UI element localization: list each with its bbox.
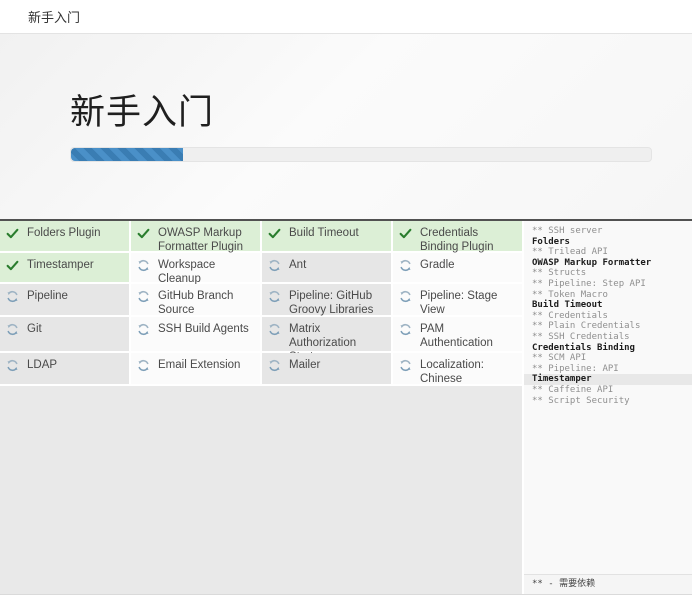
topbar: 新手入门 <box>0 0 692 34</box>
log-line: ** SSH Credentials <box>532 331 630 342</box>
plugin-cell: Credentials Binding Plugin <box>393 221 522 253</box>
plugin-label: Pipeline <box>27 290 68 302</box>
plugin-label: Credentials Binding Plugin <box>420 227 494 253</box>
install-log-lines: ** SSH server Folders ** Trilead API OWASP … <box>524 221 692 406</box>
refresh-icon <box>138 323 149 336</box>
plugin-cell: Pipeline: Stage View <box>393 284 522 316</box>
plugin-cell: GitHub Branch Source <box>131 284 260 316</box>
refresh-icon <box>138 259 149 272</box>
log-line: ** SCM API <box>532 353 587 364</box>
log-line: ** Pipeline: API <box>532 363 619 374</box>
refresh-icon <box>269 290 280 303</box>
refresh-icon <box>269 259 280 272</box>
log-footer-legend: ** - 需要依赖 <box>524 574 692 594</box>
install-log-panel: ** SSH server Folders ** Trilead API OWASP … <box>522 221 692 594</box>
plugin-cell: Ant <box>262 253 391 282</box>
refresh-icon <box>7 290 18 303</box>
log-line: ** Trilead API <box>532 247 608 258</box>
plugin-label: Gradle <box>420 259 455 271</box>
plugin-grid: Folders Plugin OWASP Markup Formatter Pl… <box>0 221 522 399</box>
plugin-label: Folders Plugin <box>27 227 101 239</box>
log-line: ** Script Security <box>532 395 630 406</box>
log-line: ** SSH server <box>532 226 603 236</box>
plugin-label: LDAP <box>27 359 58 371</box>
log-line: OWASP Markup Formatter <box>532 257 652 268</box>
plugin-cell: OWASP Markup Formatter Plugin <box>131 221 260 253</box>
refresh-icon <box>7 359 18 372</box>
plugin-label: Email Extension <box>158 359 241 371</box>
log-line: ** Credentials <box>532 310 608 321</box>
log-line: ** Caffeine API <box>532 384 614 395</box>
refresh-icon <box>400 259 411 272</box>
plugin-cell: Matrix Authorization Strategy <box>262 317 391 363</box>
plugins-area: Folders Plugin OWASP Markup Formatter Pl… <box>0 221 522 594</box>
refresh-icon <box>269 323 280 336</box>
log-line: ** Pipeline: Step API <box>532 278 646 289</box>
plugin-label: Pipeline: GitHub Groovy Libraries <box>289 290 374 316</box>
refresh-icon <box>400 323 411 336</box>
log-line: Folders <box>532 236 570 247</box>
refresh-icon <box>400 290 411 303</box>
plugin-cell: SSH Build Agents <box>131 317 260 351</box>
plugin-label: Git <box>27 323 42 335</box>
plugin-cell: Localization: Chinese (Simplified) <box>393 353 522 399</box>
refresh-icon <box>138 290 149 303</box>
plugin-label: Pipeline: Stage View <box>420 290 498 316</box>
check-icon <box>137 228 150 239</box>
plugin-label: SSH Build Agents <box>158 323 249 335</box>
getting-started-header: 新手入门 <box>0 34 692 219</box>
install-content: Folders Plugin OWASP Markup Formatter Pl… <box>0 219 692 595</box>
plugin-label: OWASP Markup Formatter Plugin <box>158 227 244 253</box>
log-line: Timestamper <box>524 374 692 385</box>
page-title: 新手入门 <box>28 10 81 25</box>
plugin-label: Mailer <box>289 359 321 371</box>
plugin-label: Build Timeout <box>289 227 359 239</box>
plugin-label: Timestamper <box>27 259 94 271</box>
log-line: ** Structs <box>532 268 587 279</box>
log-line: Credentials Binding <box>532 342 635 353</box>
plugin-cell: LDAP <box>0 353 129 384</box>
plugin-cell: Mailer <box>262 353 391 384</box>
install-progress-fill <box>71 148 183 161</box>
check-icon <box>6 260 19 271</box>
check-icon <box>6 228 19 239</box>
plugin-label: Ant <box>289 259 307 271</box>
install-progress-bar <box>70 147 652 162</box>
plugin-label: Workspace Cleanup <box>158 259 216 285</box>
plugin-label: GitHub Branch Source <box>158 290 234 316</box>
refresh-icon <box>269 359 280 372</box>
plugin-cell: Gradle <box>393 253 522 282</box>
check-icon <box>268 228 281 239</box>
refresh-icon <box>400 359 411 372</box>
plugin-cell: Pipeline: GitHub Groovy Libraries <box>262 284 391 316</box>
plugin-cell: Git <box>0 317 129 351</box>
refresh-icon <box>138 359 149 372</box>
wizard-heading: 新手入门 <box>70 93 215 132</box>
empty-area <box>0 386 522 594</box>
log-line: ** Token Macro <box>532 289 608 300</box>
log-line: Build Timeout <box>532 300 603 311</box>
plugin-cell: Pipeline <box>0 284 129 315</box>
plugin-cell: Email Extension <box>131 353 260 384</box>
plugin-label: PAM Authentication <box>420 323 493 349</box>
refresh-icon <box>7 323 18 336</box>
plugin-cell: Build Timeout <box>262 221 391 251</box>
check-icon <box>399 228 412 239</box>
plugin-cell: PAM Authentication <box>393 317 522 351</box>
plugin-cell: Workspace Cleanup <box>131 253 260 285</box>
plugin-cell: Folders Plugin <box>0 221 129 251</box>
plugin-cell: Timestamper <box>0 253 129 282</box>
log-line: ** Plain Credentials <box>532 321 641 332</box>
